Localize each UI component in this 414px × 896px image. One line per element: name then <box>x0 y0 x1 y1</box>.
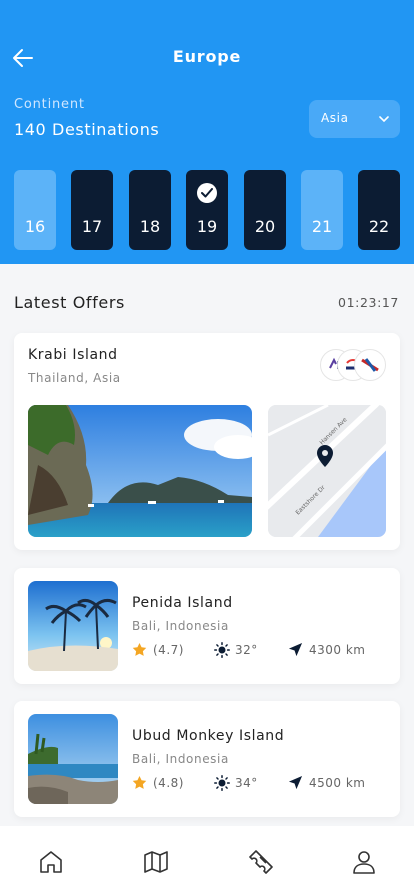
destinations-count: 140 Destinations <box>14 120 160 139</box>
airline-logos <box>320 349 386 381</box>
day-number: 22 <box>368 217 390 236</box>
home-icon[interactable] <box>37 848 65 876</box>
ticket-icon[interactable] <box>247 848 275 876</box>
temperature-value: 32° <box>235 643 258 657</box>
destination-location: Thailand, Asia <box>28 371 121 385</box>
star-icon <box>132 775 147 789</box>
destination-card[interactable]: Penida Island Bali, Indonesia (4.7) 32° … <box>14 568 400 684</box>
destination-location: Bali, Indonesia <box>132 752 229 766</box>
sun-icon <box>214 642 230 658</box>
day-number: 21 <box>311 217 333 236</box>
rating-value: (4.7) <box>153 643 184 657</box>
distance-value: 4300 km <box>309 643 366 657</box>
continent-select[interactable]: Asia <box>309 100 400 138</box>
day-22[interactable]: 22 <box>358 170 400 250</box>
continent-label: Continent <box>14 97 85 112</box>
rating: (4.7) <box>132 641 188 659</box>
continent-select-value: Asia <box>321 111 349 125</box>
featured-offer-card[interactable]: Krabi Island Thailand, Asia Hansen Ave E… <box>14 333 400 550</box>
destination-location: Bali, Indonesia <box>132 619 229 633</box>
countdown-timer: 01:23:17 <box>338 295 399 310</box>
day-number: 18 <box>139 217 161 236</box>
day-17[interactable]: 17 <box>71 170 113 250</box>
airline-logo <box>354 349 386 381</box>
day-18[interactable]: 18 <box>129 170 171 250</box>
section-title: Latest Offers <box>14 293 125 312</box>
day-20[interactable]: 20 <box>244 170 286 250</box>
profile-icon[interactable] <box>350 848 378 876</box>
temperature: 32° <box>214 641 270 659</box>
distance: 4500 km <box>288 774 378 792</box>
destination-thumbnail <box>28 714 118 804</box>
day-16[interactable]: 16 <box>14 170 56 250</box>
day-number: 19 <box>196 217 218 236</box>
sun-icon <box>214 775 230 791</box>
destination-name: Krabi Island <box>28 347 118 363</box>
check-icon <box>197 183 217 203</box>
header: Europe Continent 140 Destinations Asia 1… <box>0 0 414 264</box>
chevron-down-icon <box>379 116 389 123</box>
distance: 4300 km <box>288 641 378 659</box>
bottom-nav <box>0 826 414 896</box>
rating: (4.8) <box>132 774 188 792</box>
page-title: Europe <box>172 47 242 66</box>
day-number: 20 <box>254 217 276 236</box>
destination-name: Ubud Monkey Island <box>132 728 285 744</box>
destination-card[interactable]: Ubud Monkey Island Bali, Indonesia (4.8)… <box>14 701 400 817</box>
day-19[interactable]: 19 <box>186 170 228 250</box>
location-map[interactable]: Hansen Ave Eastshore Dr <box>268 405 386 537</box>
day-number: 17 <box>81 217 103 236</box>
distance-value: 4500 km <box>309 776 366 790</box>
day-21[interactable]: 21 <box>301 170 343 250</box>
island-photo <box>28 405 252 537</box>
temperature-value: 34° <box>235 776 258 790</box>
star-icon <box>132 642 147 656</box>
destination-name: Penida Island <box>132 595 233 611</box>
map-icon[interactable] <box>142 848 170 876</box>
destination-thumbnail <box>28 581 118 671</box>
rating-value: (4.8) <box>153 776 184 790</box>
navigation-arrow-icon <box>288 642 303 657</box>
navigation-arrow-icon <box>288 775 303 790</box>
day-number: 16 <box>24 217 46 236</box>
temperature: 34° <box>214 774 270 792</box>
